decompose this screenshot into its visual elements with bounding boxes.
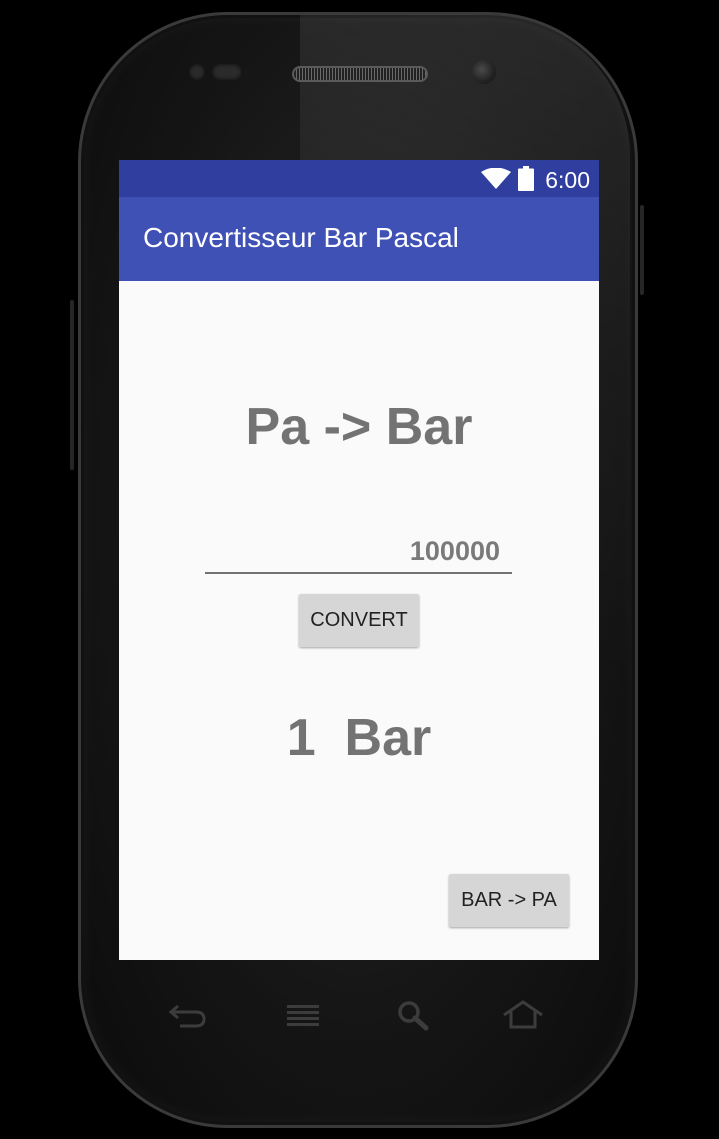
app-title: Convertisseur Bar Pascal: [143, 222, 459, 253]
app-screen: 6:00 Convertisseur Bar Pascal Pa -> Bar …: [119, 160, 599, 960]
conversion-result: 1 Bar: [286, 709, 432, 767]
home-icon[interactable]: [503, 998, 543, 1032]
power-button[interactable]: [640, 205, 644, 295]
app-bar: Convertisseur Bar Pascal: [119, 197, 599, 281]
proximity-sensor: [189, 64, 205, 80]
front-camera: [472, 60, 496, 84]
wifi-icon: [481, 168, 511, 189]
device-frame: 6:00 Convertisseur Bar Pascal Pa -> Bar …: [0, 0, 719, 1139]
volume-button[interactable]: [70, 300, 74, 470]
pressure-input-container: [205, 532, 512, 574]
pressure-input[interactable]: [205, 532, 512, 570]
search-icon[interactable]: [393, 998, 433, 1032]
switch-direction-button[interactable]: BAR -> PA: [449, 874, 569, 927]
convert-button[interactable]: CONVERT: [299, 594, 419, 647]
conversion-direction-heading: Pa -> Bar: [245, 398, 473, 456]
menu-icon[interactable]: [283, 998, 323, 1032]
light-sensor: [212, 64, 242, 80]
battery-icon: [518, 166, 534, 191]
back-icon[interactable]: [168, 998, 208, 1032]
status-time: 6:00: [545, 167, 590, 193]
status-bar: 6:00: [119, 160, 599, 197]
earpiece-speaker: [292, 66, 428, 82]
